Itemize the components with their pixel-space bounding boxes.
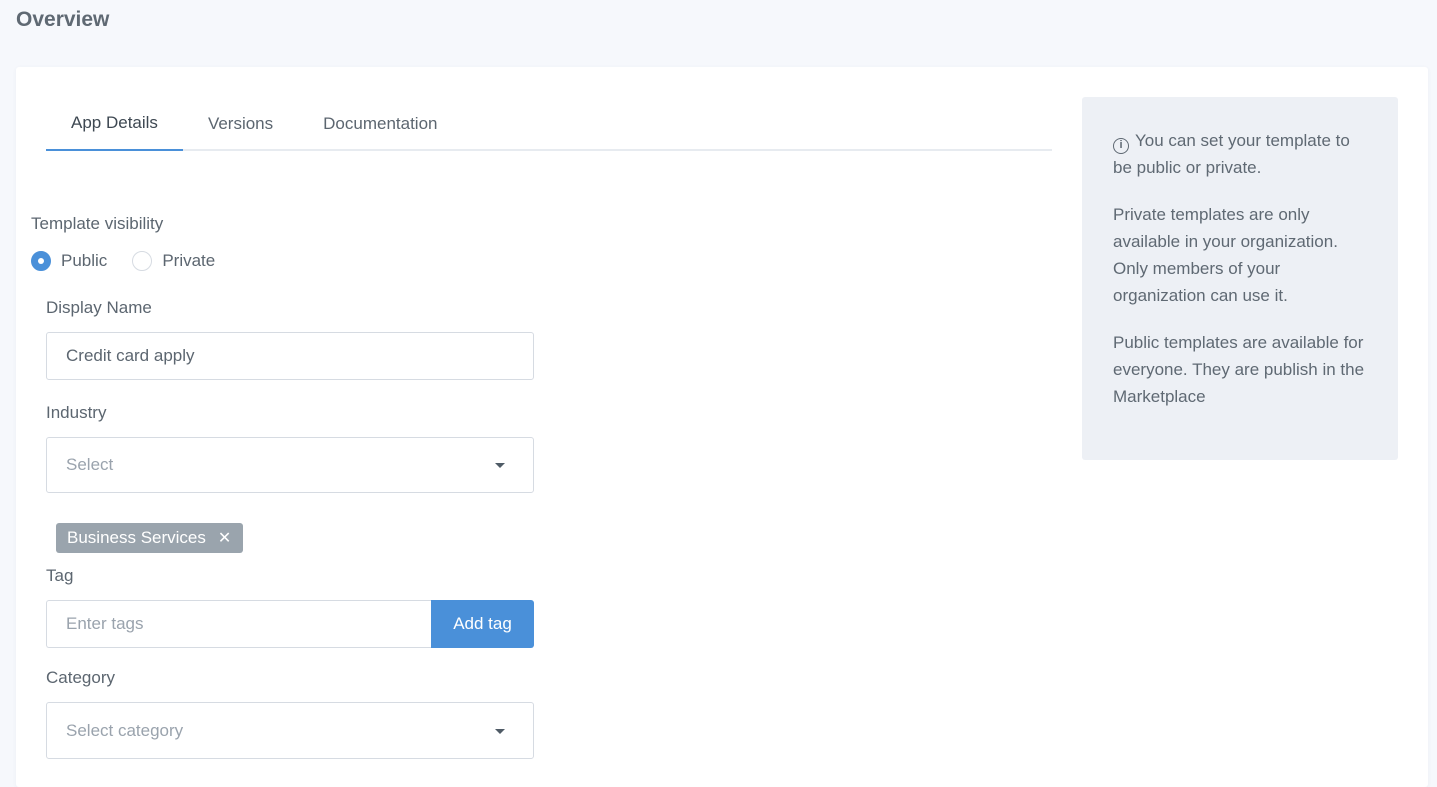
tag-input-placeholder: Enter tags <box>66 614 144 633</box>
template-visibility-label: Template visibility <box>31 214 164 233</box>
tab-versions[interactable]: Versions <box>183 97 298 151</box>
visibility-radio-group: Public Private <box>31 249 215 273</box>
industry-label: Industry <box>46 403 107 422</box>
tag-input[interactable]: Enter tags <box>46 600 432 648</box>
industry-select-placeholder: Select <box>66 455 114 474</box>
info-paragraph: Private templates are only available in … <box>1113 205 1338 305</box>
tag-label: Tag <box>46 566 74 585</box>
industry-chip: Business Services ✕ <box>56 523 244 553</box>
display-name-label: Display Name <box>46 298 152 317</box>
tab-app-details[interactable]: App Details <box>46 97 183 151</box>
public-radio-label[interactable]: Public <box>61 251 107 271</box>
app-details-card: App Details Versions Documentation Templ… <box>16 67 1428 787</box>
info-circle-icon: i <box>1113 137 1129 154</box>
add-tag-button[interactable]: Add tag <box>431 600 534 648</box>
category-select-placeholder: Select category <box>66 720 184 740</box>
info-paragraph: i You can set your template to be public … <box>1113 131 1350 177</box>
private-radio[interactable] <box>132 251 153 271</box>
industry-select[interactable]: Select <box>46 437 534 493</box>
private-radio-label[interactable]: Private <box>162 251 215 271</box>
close-icon[interactable]: ✕ <box>218 528 231 548</box>
caret-down-icon <box>495 728 505 734</box>
visibility-info-box: i You can set your template to be public … <box>1082 97 1398 460</box>
display-name-input[interactable]: Credit card apply <box>46 332 534 380</box>
tab-bar: App Details Versions Documentation <box>46 97 1052 151</box>
category-label: Category <box>46 668 115 687</box>
info-paragraph: Public templates are available for every… <box>1113 333 1365 406</box>
caret-down-icon <box>495 463 505 468</box>
tab-documentation[interactable]: Documentation <box>298 97 462 151</box>
public-radio[interactable] <box>31 251 51 271</box>
category-select[interactable]: Select category <box>46 702 534 759</box>
page-title: Overview <box>16 8 110 31</box>
industry-chip-label: Business Services <box>67 528 206 547</box>
